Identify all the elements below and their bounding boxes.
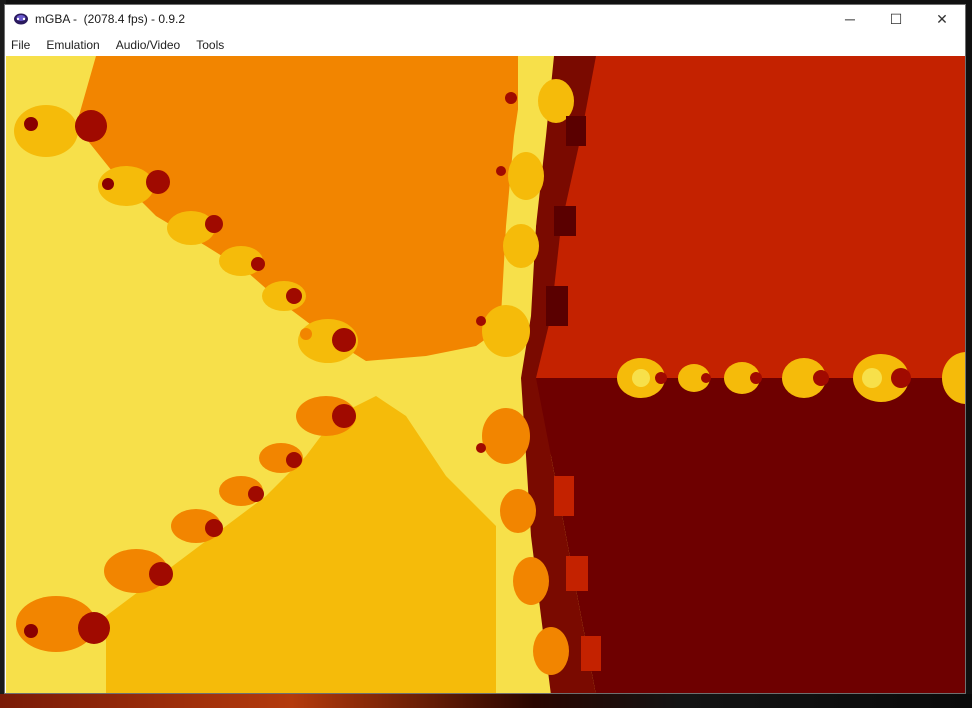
close-button[interactable]: ✕ [919,5,965,33]
red-region [526,56,965,378]
mgba-icon [13,11,29,27]
window-controls: ─ ☐ ✕ [827,5,965,33]
close-icon: ✕ [936,10,948,27]
window-title: mGBA - (2078.4 fps) - 0.9.2 [35,12,186,26]
menu-audio-video[interactable]: Audio/Video [108,35,189,55]
desktop-bottom-strip [0,694,972,708]
menu-tools[interactable]: Tools [188,35,232,55]
mgba-window: mGBA - (2078.4 fps) - 0.9.2 ─ ☐ ✕ File E… [4,4,966,694]
minimize-button[interactable]: ─ [827,5,873,33]
menu-bar: File Emulation Audio/Video Tools [5,35,965,55]
title-bar[interactable]: mGBA - (2078.4 fps) - 0.9.2 ─ ☐ ✕ [5,5,965,33]
fractal-render [6,56,965,693]
menu-file[interactable]: File [5,35,38,55]
menu-emulation[interactable]: Emulation [38,35,107,55]
minimize-icon: ─ [845,11,855,27]
emulator-screen[interactable] [6,56,965,693]
maximize-icon: ☐ [889,10,903,27]
maximize-button[interactable]: ☐ [873,5,919,33]
